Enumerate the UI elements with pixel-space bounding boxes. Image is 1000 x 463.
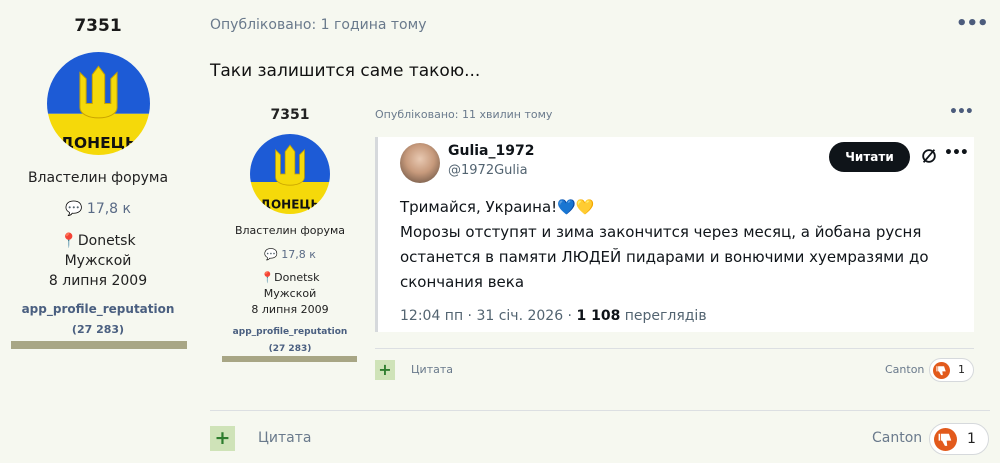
reputation-bar	[11, 341, 187, 349]
reaction-count: 1	[967, 431, 976, 447]
quoted-author-location: 📍Donetsk	[260, 271, 320, 284]
quoted-more-options-icon[interactable]: •••	[949, 104, 974, 120]
tweet-more-icon[interactable]: •••	[944, 145, 969, 161]
map-pin-icon: 📍	[260, 271, 275, 284]
x-logo-icon[interactable]	[920, 147, 938, 165]
author-gender: Мужской	[64, 253, 132, 269]
comment-icon: 💬	[264, 248, 278, 261]
quoted-author-gender: Мужской	[263, 287, 317, 300]
author-post-count: 💬 17,8 к	[65, 201, 131, 217]
quoted-avatar-caption: ДОНЕЦЬ	[260, 197, 319, 211]
tweet-author-handle[interactable]: @1972Gulia	[448, 163, 528, 178]
thumbs-down-icon	[933, 362, 950, 379]
tweet-author-name[interactable]: Gulia_1972	[448, 143, 534, 159]
quoted-reaction-badge[interactable]: 1	[929, 358, 974, 382]
quoted-divider	[375, 348, 974, 349]
tweet-text: Тримайся, Украина!💙💛 Морозы отступят и з…	[400, 195, 960, 295]
tweet-views-label: переглядів	[620, 308, 707, 324]
avatar-caption: ДОНЕЦЬ	[60, 134, 136, 152]
author-avatar[interactable]: ДОНЕЦЬ	[47, 52, 150, 155]
post-published-date: Опубліковано: 1 година тому	[210, 17, 427, 33]
tweet-views-count: 1 108	[576, 308, 621, 324]
comment-icon: 💬	[65, 201, 83, 217]
tweet-meta[interactable]: 12:04 пп · 31 січ. 2026 · 1 108 перегляд…	[400, 308, 707, 324]
post-divider	[210, 410, 990, 411]
tweet-timestamp[interactable]: 12:04 пп · 31 січ. 2026 ·	[400, 308, 576, 324]
author-title: Властелин форума	[27, 170, 169, 186]
reaction-user[interactable]: Canton	[872, 430, 922, 446]
quoted-author-reputation-label: app_profile_reputation	[232, 327, 348, 337]
quoted-author-avatar[interactable]: ДОНЕЦЬ	[250, 134, 330, 214]
quoted-reaction-count: 1	[958, 363, 965, 376]
post-more-options-icon[interactable]: •••	[956, 13, 989, 34]
tweet-text-line: Тримайся, Украина!💙💛	[400, 198, 595, 216]
quoted-author-details: 📍Donetsk Мужской 8 липня 2009	[210, 270, 370, 318]
tweet-text-line: Морозы отступят и зима закончится через …	[400, 223, 929, 291]
post-text: Таки залишится саме такою...	[210, 61, 481, 81]
author-username[interactable]: 7351	[0, 16, 196, 36]
quoted-author-title: Властелин форума	[234, 224, 346, 237]
quoted-author-reputation-value: (27 283)	[268, 344, 312, 354]
author-reputation-value: (27 283)	[71, 323, 125, 336]
author-details: 📍Donetsk Мужской 8 липня 2009	[0, 231, 196, 291]
quoted-multiquote-plus-button[interactable]: +	[375, 360, 395, 380]
quoted-published-date: Опубліковано: 11 хвилин тому	[375, 108, 553, 121]
tweet-read-button[interactable]: Читати	[829, 142, 910, 172]
multiquote-plus-button[interactable]: +	[210, 426, 235, 451]
quoted-reaction-user[interactable]: Canton	[885, 363, 924, 376]
quoted-quote-link[interactable]: Цитата	[411, 363, 453, 376]
quoted-author-username[interactable]: 7351	[210, 107, 370, 123]
quote-link[interactable]: Цитата	[258, 430, 311, 446]
tweet-author-avatar[interactable]	[400, 143, 440, 183]
author-reputation-label: app_profile_reputation	[21, 302, 175, 316]
quoted-reputation-bar	[222, 356, 357, 362]
map-pin-icon: 📍	[60, 233, 78, 249]
embedded-tweet[interactable]: Gulia_1972 @1972Gulia Читати ••• Тримайс…	[375, 137, 974, 332]
author-joined: 8 липня 2009	[48, 273, 148, 289]
author-location: 📍Donetsk	[60, 233, 136, 249]
quoted-author-post-count: 💬 17,8 к	[264, 248, 316, 261]
quoted-author-joined: 8 липня 2009	[251, 303, 329, 316]
thumbs-down-icon	[934, 428, 957, 451]
reaction-badge[interactable]: 1	[929, 423, 989, 455]
